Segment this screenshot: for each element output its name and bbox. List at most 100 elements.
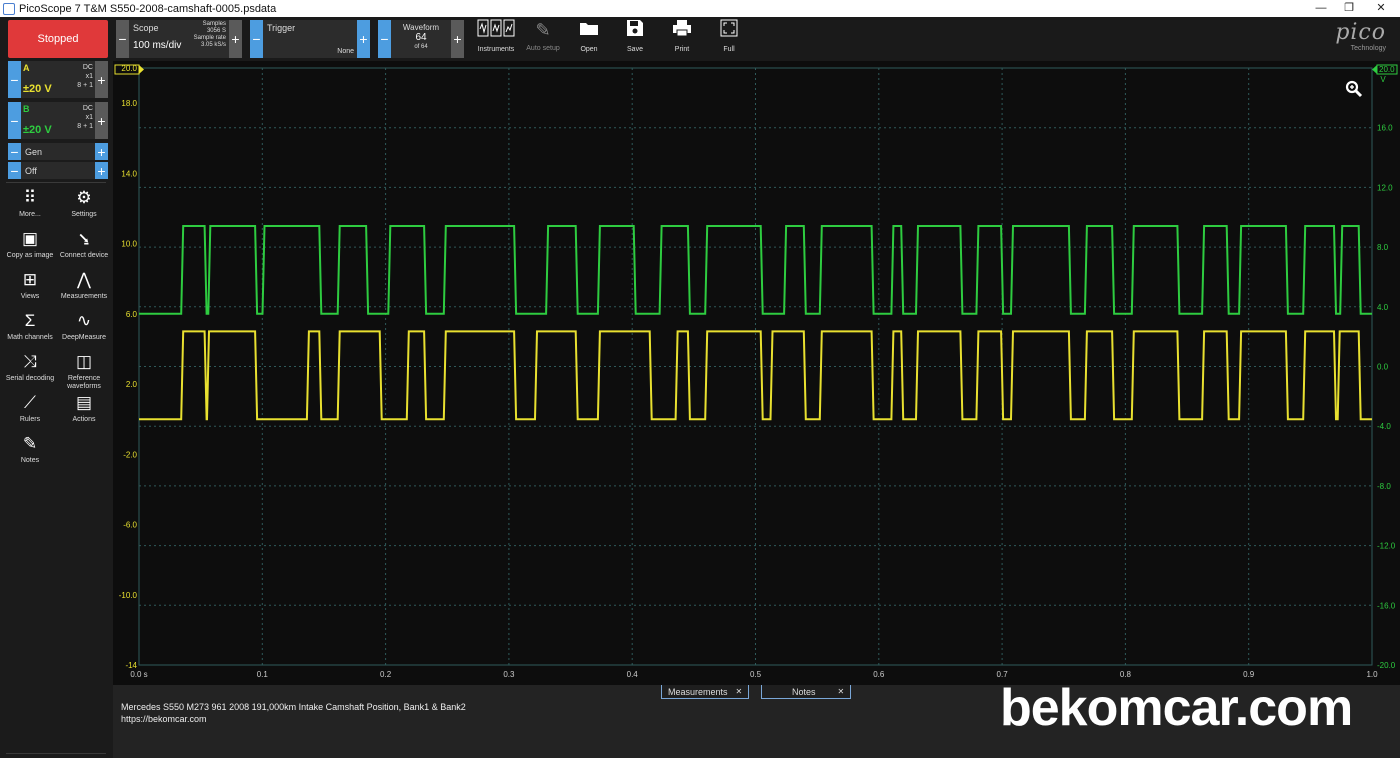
generator-state-increase-button[interactable]: + — [95, 162, 108, 179]
views-button[interactable]: ⊞ Views — [3, 270, 57, 301]
ruler-icon: ⟋ — [24, 393, 36, 412]
grid — [138, 67, 1373, 666]
waveform-label: Waveform — [402, 23, 440, 32]
waveform-control-body[interactable]: Waveform 64 of 64 — [391, 20, 451, 58]
actions-button[interactable]: ▤ Actions — [57, 393, 111, 424]
print-label: Print — [674, 46, 690, 53]
print-button[interactable]: Print — [661, 19, 703, 53]
copy-as-image-button[interactable]: ▣ Copy as image — [3, 229, 57, 260]
right-tick-label: -12.0 — [1377, 542, 1396, 551]
more-button[interactable]: ⠿ More... — [3, 188, 57, 219]
waveform-chart[interactable]: V20.018.014.010.06.02.0-2.0-6.0-10.0-14 … — [113, 52, 1400, 685]
auto-setup-button[interactable]: ✎ Auto setup — [522, 19, 564, 52]
instruments-button[interactable]: Instruments — [475, 19, 517, 53]
close-icon[interactable]: ✕ — [838, 687, 845, 696]
toolbar: Stopped − Scope 100 ms/div Samples 3056 … — [0, 17, 1400, 61]
samples-value: 3056 S — [206, 28, 226, 34]
rulers-button[interactable]: ⟋ Rulers — [3, 393, 57, 424]
channel-b-body[interactable]: B ±20 V DC x1 8 + 1 — [21, 102, 95, 139]
generator-increase-button[interactable]: + — [95, 143, 108, 160]
x-tick-label: 0.6 — [873, 670, 885, 679]
reference-waveforms-label: Reference waveforms — [67, 375, 101, 390]
more-label: More... — [19, 211, 41, 218]
run-stop-button[interactable]: Stopped — [8, 20, 108, 58]
save-label: Save — [627, 46, 643, 53]
close-icon[interactable]: ✕ — [736, 687, 743, 696]
image-icon: ▣ — [21, 229, 39, 248]
deepmeasure-button[interactable]: ∿ DeepMeasure — [57, 311, 111, 342]
settings-label: Settings — [71, 211, 97, 218]
trigger-decrease-button[interactable]: − — [250, 20, 263, 58]
title-bar: PicoScope 7 T&M S550-2008-camshaft-0005.… — [0, 0, 1400, 17]
tab-notes[interactable]: Notes ✕ — [761, 685, 852, 699]
measurements-label: Measurements — [60, 293, 108, 300]
math-channels-button[interactable]: Σ Math channels — [3, 311, 57, 342]
clapper-icon: ▤ — [75, 393, 93, 412]
trigger-mode: None — [337, 48, 354, 55]
trigger-increase-button[interactable]: + — [357, 20, 370, 58]
print-icon — [661, 19, 703, 42]
channel-b-increase-button[interactable]: + — [95, 102, 108, 139]
tab-measurements[interactable]: Measurements ✕ — [661, 685, 750, 699]
trigger-control-body[interactable]: Trigger None — [263, 20, 357, 58]
trigger-label: Trigger — [267, 23, 296, 33]
notes-icon: ✎ — [22, 434, 38, 453]
channel-a-probe: x1 — [85, 73, 93, 80]
math-channels-label: Math channels — [7, 334, 53, 341]
connect-device-button[interactable]: ⭸ Connect device — [57, 229, 111, 260]
right-tick-label: -16.0 — [1377, 601, 1396, 610]
folder-icon — [568, 19, 610, 42]
timebase-decrease-button[interactable]: − — [116, 20, 129, 58]
channel-a-decrease-button[interactable]: − — [8, 61, 21, 98]
channel-a-body[interactable]: A ±20 V DC x1 8 + 1 — [21, 61, 95, 98]
zoom-icon[interactable] — [1345, 80, 1363, 98]
wand-icon: ✎ — [535, 20, 551, 40]
channel-a-increase-button[interactable]: + — [95, 61, 108, 98]
views-icon: ⊞ — [22, 270, 38, 289]
usb-icon: ⭸ — [78, 229, 90, 248]
logo-name: pico — [1335, 20, 1386, 45]
tab-notes-label: Notes — [792, 686, 816, 697]
left-tick-label: 6.0 — [126, 310, 138, 319]
notes-text-area[interactable]: Mercedes S550 M273 961 2008 191,000km In… — [121, 701, 466, 725]
rulers-label: Rulers — [19, 416, 41, 423]
serial-decoding-button[interactable]: ⤨ Serial decoding — [3, 352, 57, 383]
sample-rate-label: Sample rate — [193, 35, 226, 41]
waveform-count: of 64 — [414, 44, 428, 50]
left-tick-label: 18.0 — [121, 99, 137, 108]
notes-button[interactable]: ✎ Notes — [3, 434, 57, 465]
channel-a-control: − A ±20 V DC x1 8 + 1 + — [8, 61, 108, 98]
waveform-next-button[interactable]: + — [451, 20, 464, 58]
waveform-previous-button[interactable]: − — [378, 20, 391, 58]
generator-label: Gen — [25, 146, 43, 157]
copy-as-image-label: Copy as image — [6, 252, 54, 259]
scope-control: − Scope 100 ms/div Samples 3056 S Sample… — [116, 20, 242, 58]
open-label: Open — [580, 46, 598, 53]
note-line-1: Mercedes S550 M273 961 2008 191,000km In… — [121, 702, 466, 712]
open-button[interactable]: Open — [568, 19, 610, 53]
sigma-icon: Σ — [24, 311, 36, 330]
right-tick-label: 8.0 — [1377, 243, 1389, 252]
logo-subtitle: Technology — [1350, 45, 1386, 52]
scope-view[interactable]: V20.018.014.010.06.02.0-2.0-6.0-10.0-14 … — [113, 52, 1400, 685]
measurements-button[interactable]: ⋀ Measurements — [57, 270, 111, 301]
channel-b-range: ±20 V — [23, 124, 52, 136]
sample-rate-value: 3.05 kS/s — [200, 42, 226, 48]
full-screen-button[interactable]: Full — [708, 19, 750, 53]
reference-waveforms-button[interactable]: ◫ Reference waveforms — [57, 352, 111, 391]
left-tick-label: 14.0 — [121, 169, 137, 178]
generator-state-decrease-button[interactable]: − — [8, 162, 21, 179]
x-tick-label: 0.4 — [627, 670, 639, 679]
channel-a-settings: DC x1 8 + 1 — [77, 63, 93, 90]
generator-decrease-button[interactable]: − — [8, 143, 21, 160]
channel-b-control: − B ±20 V DC x1 8 + 1 + — [8, 102, 108, 139]
channel-b-decrease-button[interactable]: − — [8, 102, 21, 139]
timebase-increase-button[interactable]: + — [229, 20, 242, 58]
deepmeasure-icon: ∿ — [76, 311, 92, 330]
scope-control-body[interactable]: Scope 100 ms/div Samples 3056 S Sample r… — [129, 20, 229, 58]
waveform-control: − Waveform 64 of 64 + — [378, 20, 464, 58]
restore-button[interactable]: ❐ — [1332, 0, 1366, 17]
settings-button[interactable]: ⚙ Settings — [57, 188, 111, 219]
save-button[interactable]: Save — [614, 19, 656, 53]
close-button[interactable]: ✕ — [1364, 0, 1398, 17]
